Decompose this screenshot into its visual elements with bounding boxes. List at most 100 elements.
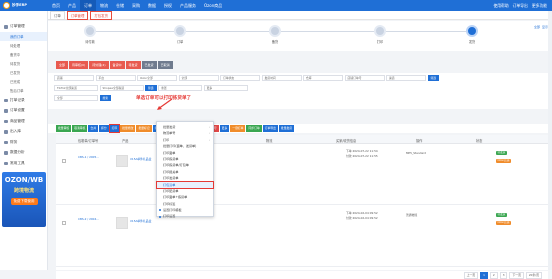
toolbar-button[interactable]: 打印 — [108, 124, 121, 133]
status-tab[interactable]: 待发货 — [125, 61, 141, 69]
menu-icon — [4, 25, 8, 29]
filter-button[interactable]: 筛选 — [427, 75, 440, 81]
row-checkbox[interactable] — [62, 221, 66, 225]
nav-item[interactable]: Ozon商品 — [200, 0, 226, 11]
product-name[interactable]: X15A单件礼品盒 — [130, 157, 151, 161]
pay-time: 付款 2024-02-04 09:52 — [346, 216, 378, 220]
step-action-link[interactable]: 全部 — [534, 25, 540, 29]
table-row[interactable]: CBS-2 / 2004... X15A单件礼品盒 下单 2024-02-04 09… — [56, 207, 548, 267]
filter-field[interactable]: 仓库 — [303, 75, 343, 81]
status-tab[interactable]: 全部 — [56, 61, 69, 69]
status-tab[interactable]: 待处理(4) — [89, 61, 109, 69]
sidebar-sub-item[interactable]: 已完成 — [0, 77, 47, 86]
sidebar-group-0[interactable]: 订单管理 — [0, 22, 47, 33]
pager-item[interactable]: 下一页 — [509, 271, 524, 279]
top-link[interactable]: 订单导出 — [513, 3, 528, 9]
status-tab[interactable]: 已取消 — [157, 61, 173, 69]
step-3[interactable]: 打印 — [368, 25, 392, 44]
toolbar-button[interactable]: 合并 — [88, 125, 99, 132]
sidebar-sub-item[interactable]: 售后订单 — [0, 86, 47, 95]
sidebar-group-2[interactable]: 订单设置 — [0, 106, 47, 117]
dropdown-item[interactable]: 打印设置 — [157, 213, 213, 219]
top-link[interactable]: 更多功能 — [532, 3, 547, 9]
status-tab[interactable]: 已发货 — [141, 61, 157, 69]
promo-title: OZON/WB — [4, 176, 44, 184]
app-logo[interactable]: 妙手ERP — [0, 0, 48, 11]
sidebar-sub-item[interactable]: 我的订单 — [0, 32, 47, 41]
toolbar-button[interactable]: 批量发货 — [278, 125, 295, 132]
step-label: 待付款 — [85, 40, 95, 44]
nav-item[interactable]: 订单 — [80, 0, 96, 11]
status-tab[interactable]: 备货中 — [109, 61, 125, 69]
product-name[interactable]: X15A单件礼品盒 — [130, 219, 151, 223]
promo-banner[interactable]: OZON/WB 跨境物流 免费下载使用 — [2, 172, 46, 227]
pager-item[interactable]: 上一页 — [463, 271, 479, 279]
toolbar-button[interactable]: 一键打单 — [230, 125, 246, 132]
nav-item[interactable]: 采购 — [128, 0, 144, 11]
pager-item[interactable]: 20条/页 — [525, 271, 542, 279]
nav-item[interactable]: 首页 — [48, 0, 64, 11]
sidebar-group-4[interactable]: 出入库 — [0, 127, 47, 138]
right-scroll-rail[interactable] — [548, 11, 552, 270]
toolbar-button[interactable]: 批量审核 — [56, 125, 72, 132]
pager-item[interactable]: 1 — [480, 271, 488, 279]
step-1[interactable]: 订单 — [168, 25, 192, 44]
filter-field[interactable]: 重置 — [158, 85, 203, 91]
toolbar-button[interactable]: 更多 — [219, 125, 230, 132]
filter-button[interactable]: 搜索 — [99, 95, 112, 101]
nav-item[interactable]: 产品服务 — [176, 0, 200, 11]
sidebar-group-7[interactable]: 常用工具 — [0, 158, 47, 169]
step-actions: 全部 显示 — [534, 25, 548, 29]
filter-field[interactable]: 订单状态 — [220, 75, 260, 81]
filter-field[interactable]: TikTok全部渠道 — [54, 85, 98, 91]
nav-item[interactable]: 产品 — [64, 0, 80, 11]
sidebar-group-6[interactable]: 数据分析 — [0, 148, 47, 159]
nav-item[interactable]: 仓储 — [112, 0, 128, 11]
filter-field[interactable]: 店铺订单号 — [344, 75, 385, 81]
sidebar-sub-item[interactable]: 备货中 — [0, 50, 47, 59]
filter-field[interactable]: 全部 — [54, 95, 98, 101]
filter-field[interactable]: 发货时间 — [261, 75, 302, 81]
toolbar-button[interactable]: 批量修改 — [120, 125, 136, 132]
pager-item[interactable]: 3 — [499, 271, 508, 279]
nav-item[interactable]: 物流 — [96, 0, 112, 11]
step-0[interactable]: 待付款 — [78, 25, 102, 44]
sidebar-group-1[interactable]: 打单记录 — [0, 95, 47, 106]
toolbar-button[interactable]: 拆分 — [99, 125, 109, 132]
top-link[interactable]: 使用帮助 — [493, 3, 508, 9]
toolbar-button[interactable]: 取消审核 — [72, 125, 88, 132]
page-tab[interactable]: 订单 — [50, 10, 65, 20]
sidebar-sub-item[interactable]: 待处理 — [0, 41, 47, 50]
sidebar-group-3[interactable]: 商品管理 — [0, 116, 47, 127]
nav-item[interactable]: 数据 — [144, 0, 160, 11]
order-number[interactable]: CBS-1 / 2005... — [78, 155, 99, 159]
filter-field[interactable]: Shopee全部渠道 — [99, 85, 144, 91]
filter-field[interactable]: 全部 — [178, 75, 219, 81]
sidebar-sub-item[interactable]: 待发货 — [0, 59, 47, 68]
filter-field[interactable]: 平台 — [95, 75, 136, 81]
table-row[interactable]: CBS-1 / 2005... X15A单件礼品盒 下单 2024-07-22 11… — [56, 145, 548, 205]
promo-cta-button[interactable]: 免费下载使用 — [10, 198, 38, 205]
toolbar-button[interactable]: 批量标记 — [136, 125, 152, 132]
filter-field[interactable]: Ozon全部 — [137, 75, 177, 81]
main-content: 订单 订单管理 打包发货 全部 显示 待付款 订单 备货 打印 发货 全部 待审核(0) 待处理(… — [48, 10, 552, 279]
filter-field[interactable]: 店铺 — [54, 75, 94, 81]
page-tab[interactable]: 打包发货 — [90, 10, 112, 20]
sidebar-group-label: 数据分析 — [10, 150, 25, 155]
toolbar-button[interactable]: 订单导出 — [262, 125, 278, 132]
sidebar-group-5[interactable]: 财务 — [0, 137, 47, 148]
filter-field[interactable]: 渠道 — [386, 75, 426, 81]
toolbar-button[interactable]: 同步订单 — [246, 125, 262, 132]
order-number[interactable]: CBS-2 / 2004... — [78, 217, 99, 221]
page-tab[interactable]: 订单管理 — [66, 10, 89, 20]
step-2[interactable]: 备货 — [263, 25, 287, 44]
filter-field[interactable]: 更多 — [203, 85, 248, 91]
filter-button[interactable]: 筛选 — [145, 85, 157, 91]
step-4[interactable]: 发货 — [460, 25, 484, 44]
pager-item[interactable]: 2 — [489, 271, 498, 279]
sidebar-sub-item[interactable]: 已发货 — [0, 68, 47, 77]
nav-item[interactable]: 授权 — [160, 0, 176, 11]
row-checkbox[interactable] — [62, 159, 66, 163]
menu-icon — [4, 161, 8, 165]
status-tab[interactable]: 待审核(0) — [69, 61, 89, 69]
